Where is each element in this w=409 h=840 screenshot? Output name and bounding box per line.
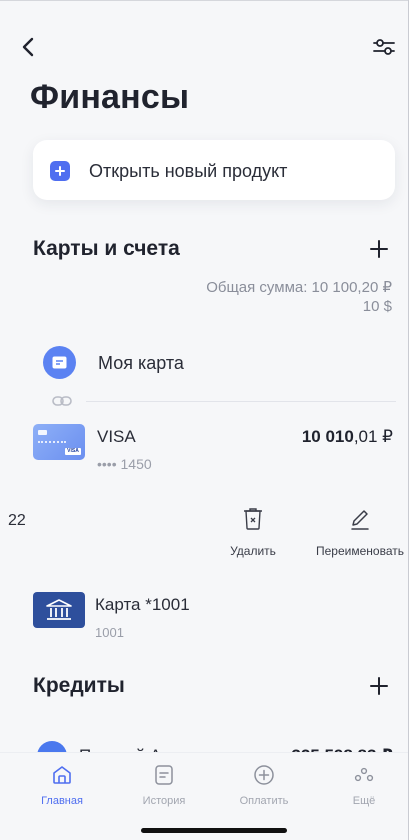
add-credit-button[interactable] — [367, 674, 391, 698]
my-card-name: Моя карта — [98, 353, 184, 373]
top-border — [0, 0, 409, 1]
account-title: Карта *1001 — [95, 595, 190, 614]
delete-button[interactable]: Удалить — [222, 506, 284, 558]
my-card-group-header[interactable]: Моя карта — [43, 346, 393, 380]
total-sum: Общая сумма: 10 100,20 ₽ 10 $ — [206, 278, 392, 316]
plus-square-icon — [50, 161, 70, 181]
open-new-product-label: Открыть новый продукт — [89, 161, 288, 181]
pay-plus-icon — [254, 765, 274, 785]
open-new-product-button[interactable]: Открыть новый продукт — [33, 140, 395, 200]
chevron-left-icon — [22, 37, 34, 57]
linked-divider — [52, 393, 396, 409]
back-button[interactable] — [14, 32, 44, 62]
tab-pay[interactable]: Оплатить — [224, 763, 304, 807]
home-indicator — [141, 828, 287, 833]
visa-balance-int: 10 010 — [301, 427, 354, 446]
delete-label: Удалить — [230, 544, 276, 558]
history-icon — [155, 765, 173, 785]
cards-section-title: Карты и счета — [33, 237, 180, 260]
tab-pay-label: Оплатить — [239, 795, 289, 807]
top-bar — [0, 30, 409, 64]
trash-icon — [244, 508, 262, 530]
tab-history[interactable]: История — [124, 763, 204, 807]
more-icon — [354, 767, 374, 782]
account-item[interactable]: Карта *1001 1001 — [33, 592, 395, 644]
bank-icon — [33, 592, 85, 628]
tab-more[interactable]: Ещё — [324, 763, 404, 807]
account-number: 1001 — [95, 625, 124, 640]
filter-button[interactable] — [369, 32, 399, 62]
link-icon — [52, 396, 72, 406]
tab-home[interactable]: Главная — [22, 763, 102, 807]
sliders-icon — [373, 39, 395, 55]
visa-card-title: VISA — [97, 427, 136, 446]
visa-card-icon: VISA — [33, 424, 85, 460]
visa-card-number: •••• 1450 — [97, 456, 152, 472]
home-icon — [53, 766, 71, 784]
tab-history-label: История — [142, 795, 186, 807]
page-title: Финансы — [30, 78, 190, 116]
finance-screen: Финансы Открыть новый продукт Карты и сч… — [0, 0, 409, 840]
rename-button[interactable]: Переименовать — [312, 506, 408, 558]
card-circle-icon — [43, 346, 76, 379]
tab-bar: Главная История Оплатить Ещё — [0, 752, 409, 840]
tab-more-label: Ещё — [352, 795, 376, 807]
plus-icon — [370, 677, 388, 695]
visa-balance-frac: ,01 ₽ — [353, 427, 393, 446]
swiped-row-text: 22 — [8, 512, 26, 529]
tab-home-label: Главная — [41, 795, 83, 807]
swipe-actions-row: 22 Удалить Переименовать — [0, 506, 409, 566]
visa-card-item[interactable]: VISA VISA •••• 1450 10 010,01 ₽ — [33, 424, 395, 476]
visa-card-balance: 10 010,01 ₽ — [302, 427, 393, 447]
total-usd: 10 $ — [362, 298, 392, 315]
total-rub: Общая сумма: 10 100,20 ₽ — [206, 279, 392, 296]
add-card-button[interactable] — [367, 237, 391, 261]
divider-line — [86, 401, 396, 402]
credits-section-title: Кредиты — [33, 674, 125, 697]
rename-label: Переименовать — [316, 544, 404, 558]
pencil-icon — [351, 510, 369, 530]
plus-icon — [370, 240, 388, 258]
